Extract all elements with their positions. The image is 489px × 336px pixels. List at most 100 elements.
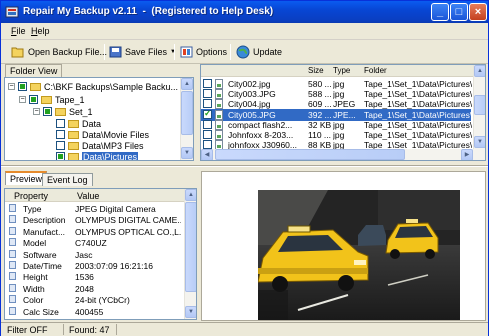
tree-node-mp3[interactable]: Data\MP3 Files (56, 140, 144, 151)
scroll-left-icon[interactable]: ◀ (201, 149, 213, 160)
file-checkbox[interactable] (203, 99, 212, 109)
folder-view-label: Folder View (5, 64, 63, 77)
property-value: 1536 (75, 272, 94, 283)
column-folder[interactable]: Folder (364, 66, 387, 75)
scroll-thumb[interactable] (181, 91, 193, 135)
file-list-hscrollbar[interactable]: ◀ ▶ (201, 149, 485, 160)
folder-icon (68, 152, 79, 160)
scroll-up-icon[interactable]: ▲ (181, 78, 193, 90)
menu-help-label: elp (37, 26, 50, 36)
tree-checkbox[interactable] (56, 141, 65, 150)
tab-event-log[interactable]: Event Log (42, 173, 93, 186)
tree-checkbox[interactable] (56, 119, 65, 128)
tree-node-set[interactable]: − Set_1 (33, 106, 93, 117)
file-list-vscrollbar[interactable]: ▲ ▼ (473, 65, 485, 149)
property-value: OLYMPUS OPTICAL CO.,L... (75, 226, 181, 237)
tree-node-root[interactable]: − C:\BKF Backups\Sample Backu... (8, 81, 178, 92)
maximize-button[interactable]: □ (450, 3, 468, 21)
pane-splitter[interactable] (1, 165, 488, 167)
tree-scrollbar[interactable]: ▲ ▼ (180, 78, 193, 160)
property-icon (9, 226, 16, 235)
file-checkbox[interactable] (203, 109, 212, 119)
tree-checkbox[interactable] (18, 82, 27, 91)
menu-help[interactable]: Help (31, 26, 50, 36)
property-icon (9, 295, 16, 304)
property-row[interactable]: Color 24-bit (YCbCr) (5, 295, 175, 306)
globe-icon (236, 45, 250, 59)
app-icon (5, 6, 19, 18)
column-size[interactable]: Size (308, 66, 324, 75)
scroll-right-icon[interactable]: ▶ (461, 149, 473, 160)
open-backup-button[interactable]: Open Backup File... (11, 43, 107, 61)
close-button[interactable]: × (469, 3, 487, 21)
file-list-header: Size Type Folder (201, 65, 485, 77)
folder-tree[interactable]: − C:\BKF Backups\Sample Backu... − Tape_… (4, 77, 194, 161)
tree-node-label: Tape_1 (55, 94, 85, 105)
menu-file-label: ile (16, 26, 26, 36)
property-row[interactable]: Model C740UZ (5, 238, 175, 249)
properties-panel[interactable]: Property Value Type JPEG Digital Camera De… (4, 188, 197, 320)
scroll-thumb[interactable] (474, 95, 485, 115)
scroll-down-icon[interactable]: ▼ (185, 306, 196, 318)
tree-node-label: C:\BKF Backups\Sample Backu... (44, 81, 179, 92)
save-files-button[interactable]: Save Files ▼ (109, 43, 176, 61)
tree-checkbox[interactable] (56, 152, 65, 160)
column-value[interactable]: Value (77, 191, 99, 201)
dropdown-arrow-icon[interactable]: ▼ (170, 49, 176, 55)
property-icon (9, 261, 16, 269)
property-row[interactable]: Type JPEG Digital Camera (5, 204, 175, 215)
scroll-up-icon[interactable]: ▲ (185, 189, 196, 201)
scroll-down-icon[interactable]: ▼ (181, 147, 193, 159)
property-row[interactable]: Height 1536 (5, 272, 175, 283)
tab-preview[interactable]: Preview (5, 171, 48, 185)
tree-checkbox[interactable] (56, 130, 65, 139)
update-button[interactable]: Update (236, 43, 282, 61)
collapse-icon[interactable]: − (8, 83, 15, 90)
property-icon (9, 283, 16, 292)
property-value: JPEG Digital Camera (75, 204, 156, 214)
property-row[interactable]: Description OLYMPUS DIGITAL CAME... (5, 215, 181, 226)
minimize-button[interactable]: _ (431, 3, 449, 21)
title-bar[interactable]: Repair My Backup v2.11 - (Registered to … (1, 1, 488, 23)
file-checkbox[interactable] (203, 89, 212, 99)
file-checkbox[interactable] (203, 130, 212, 139)
file-checkbox[interactable] (203, 119, 212, 129)
file-checkbox[interactable] (203, 79, 212, 88)
property-row[interactable]: Calc Size 400455 (5, 306, 175, 318)
column-type[interactable]: Type (333, 66, 350, 75)
property-name: Software (23, 249, 57, 260)
column-property[interactable]: Property (14, 191, 48, 201)
property-row[interactable]: Width 2048 (5, 283, 175, 295)
scroll-down-icon[interactable]: ▼ (474, 136, 485, 148)
tree-checkbox[interactable] (43, 107, 52, 116)
tree-node-pictures[interactable]: Data\Pictures (56, 151, 139, 160)
collapse-icon[interactable]: − (19, 96, 26, 103)
filter-status: Filter OFF (7, 325, 48, 335)
tree-node-data[interactable]: Data (56, 118, 101, 129)
status-bar: Filter OFF Found: 47 (1, 322, 488, 336)
scroll-thumb[interactable] (215, 149, 405, 160)
menu-file[interactable]: File (11, 26, 26, 36)
tree-checkbox[interactable] (29, 95, 38, 104)
property-name: Manufact... (23, 226, 66, 237)
folder-icon (55, 107, 66, 116)
tree-node-movies[interactable]: Data\Movie Files (56, 129, 149, 140)
property-name: Description (23, 215, 66, 226)
open-backup-label: Open Backup File... (28, 47, 108, 57)
property-name: Model (23, 238, 47, 249)
property-row[interactable]: Date/Time 2003:07:09 16:21:16 (5, 261, 175, 272)
property-row[interactable]: Software Jasc (5, 249, 175, 261)
file-checkbox[interactable] (203, 140, 212, 150)
tree-node-tape[interactable]: − Tape_1 (19, 94, 85, 105)
property-icon (9, 272, 16, 281)
property-name: Calc Size (23, 306, 59, 317)
scroll-thumb[interactable] (185, 202, 196, 292)
property-row[interactable]: Manufact... OLYMPUS OPTICAL CO.,L... (5, 226, 181, 238)
scroll-up-icon[interactable]: ▲ (474, 65, 485, 77)
properties-scrollbar[interactable]: ▲ ▼ (184, 189, 196, 319)
options-button[interactable]: Options (180, 43, 227, 61)
file-list[interactable]: Size Type Folder City002.jpg 580 ... jpg Ta… (200, 64, 486, 161)
collapse-icon[interactable]: − (33, 108, 40, 115)
property-name: Width (23, 283, 45, 294)
property-name: Height (23, 272, 48, 283)
